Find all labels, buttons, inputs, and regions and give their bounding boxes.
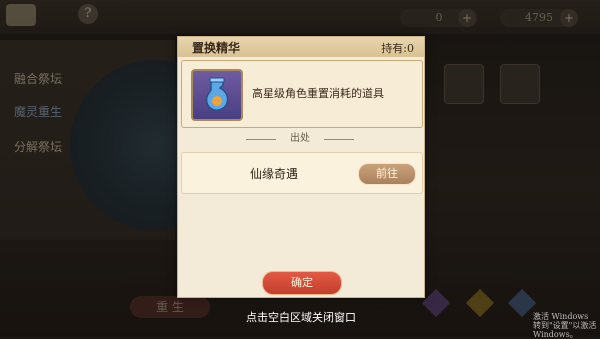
- source-divider: 出处: [246, 132, 354, 146]
- item-card: 高星级角色重置消耗的道具: [181, 60, 423, 128]
- confirm-button[interactable]: 确定: [262, 271, 342, 295]
- watermark-line: 激活 Windows: [533, 312, 589, 321]
- watermark-line: 转到"设置"以激活 Windows。: [533, 321, 597, 339]
- windows-activation-watermark: 激活 Windows 转到"设置"以激活 Windows。: [533, 312, 600, 339]
- owned-count: 持有:0: [381, 42, 414, 55]
- dialog-header: 置换精华 持有:0: [178, 37, 424, 57]
- item-info-dialog: 置换精华 持有:0 高星级角色重置消耗的道具 出处 仙缘奇遇 前往 确定: [177, 36, 425, 298]
- source-name: 仙缘奇遇: [250, 167, 299, 181]
- essence-potion-icon: [191, 69, 243, 121]
- source-row: 仙缘奇遇 前往: [181, 152, 423, 194]
- item-description: 高星级角色重置消耗的道具: [252, 87, 384, 100]
- dialog-title: 置换精华: [192, 41, 241, 55]
- go-button[interactable]: 前往: [358, 163, 416, 185]
- close-hint-text: 点击空白区域关闭窗口: [246, 311, 356, 324]
